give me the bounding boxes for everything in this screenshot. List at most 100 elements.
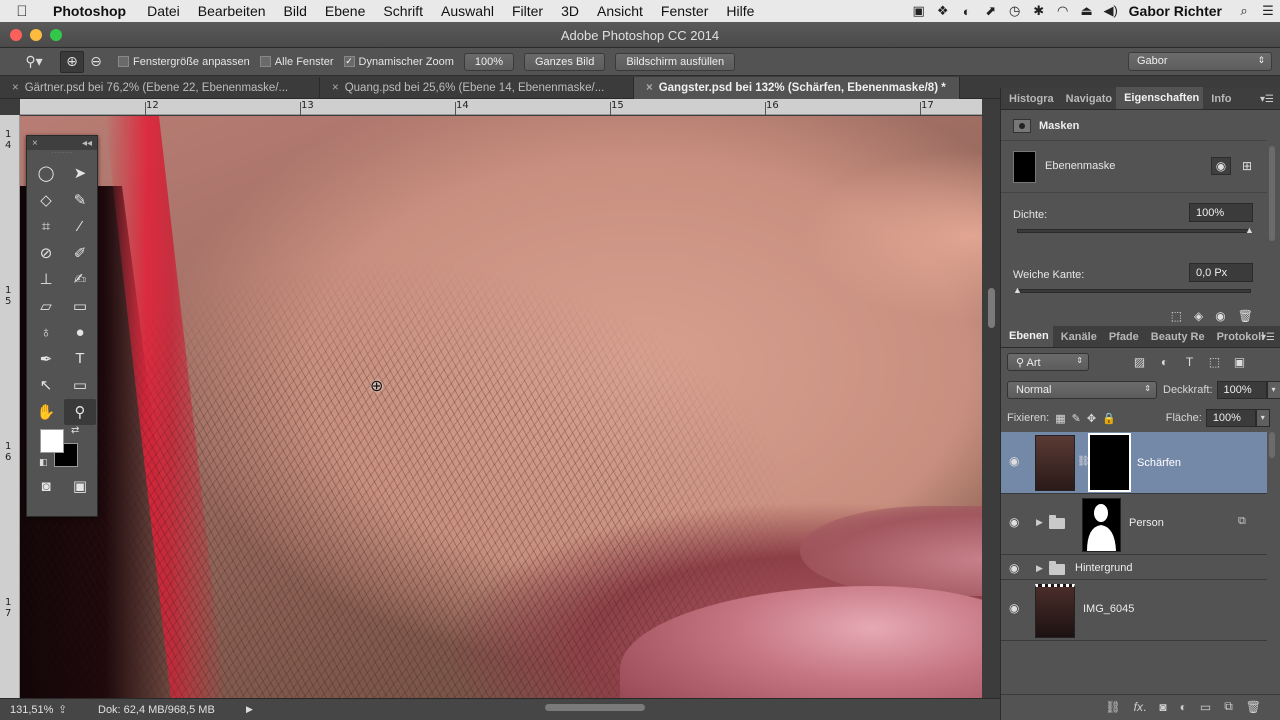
move-tool-icon[interactable]: ➤ <box>64 160 96 187</box>
feather-slider-handle[interactable]: ▲ <box>1013 285 1022 295</box>
zoom-tool-icon[interactable]: ⚲ <box>64 398 96 425</box>
eject-icon[interactable]: ⏏ <box>1075 3 1099 19</box>
menu-bild[interactable]: Bild <box>275 3 316 19</box>
tab-info[interactable]: Info <box>1203 93 1235 109</box>
screenshot-icon[interactable]: ⬈ <box>979 3 1003 19</box>
spotlight-icon[interactable]: ⌕ <box>1232 3 1256 19</box>
filter-shape-icon[interactable]: ⬚ <box>1204 355 1225 369</box>
crop-tool-icon[interactable]: ⌗ <box>30 213 62 240</box>
menu-auswahl[interactable]: Auswahl <box>432 3 503 19</box>
pen-tool-icon[interactable]: ✒ <box>30 346 62 373</box>
tab-gangster[interactable]: × Gangster.psd bei 132% (Schärfen, Ebenen… <box>634 77 960 99</box>
menu-datei[interactable]: Datei <box>138 3 189 19</box>
display-icon[interactable]: ▣ <box>907 3 931 19</box>
density-slider[interactable] <box>1017 229 1251 233</box>
panel-menu-icon[interactable]: ▾☰ <box>1261 332 1275 343</box>
visibility-eye-icon[interactable]: ◉ <box>1009 601 1019 615</box>
dynamic-zoom-checkbox[interactable]: ✓ <box>343 56 355 67</box>
expand-triangle-icon[interactable]: ▶ <box>1036 563 1043 574</box>
close-tab-icon[interactable]: × <box>646 82 653 94</box>
panel-menu-icon[interactable]: ▾☰ <box>1260 94 1274 105</box>
app-status-icon[interactable]: ◐ <box>955 4 979 19</box>
lock-position-icon[interactable]: ✥ <box>1087 412 1096 425</box>
tab-quang[interactable]: × Quang.psd bei 25,6% (Ebene 14, Ebenenma… <box>320 77 634 99</box>
screen-mode-icon[interactable]: ▣ <box>64 473 96 499</box>
layer-mask-thumbnail[interactable] <box>1088 433 1131 492</box>
new-group-icon[interactable]: ▭ <box>1200 700 1211 714</box>
fit-screen-button[interactable]: Ganzes Bild <box>524 52 606 71</box>
bluetooth-icon[interactable]: ✱ <box>1027 3 1051 19</box>
path-selection-icon[interactable]: ↖ <box>30 372 62 399</box>
zoom-tool-preset-icon[interactable]: ⚲▾ <box>22 51 46 73</box>
vector-mask-button[interactable]: ⊞ <box>1237 157 1257 175</box>
horizontal-ruler[interactable]: 12 13 14 15 16 17 <box>20 99 982 115</box>
fill-dropdown-button[interactable]: ▾ <box>1255 409 1270 427</box>
layer-name[interactable]: IMG_6045 <box>1083 603 1134 615</box>
density-slider-handle[interactable]: ▲ <box>1245 225 1254 235</box>
menu-fenster[interactable]: Fenster <box>652 3 717 19</box>
lock-all-icon[interactable]: 🔒 <box>1102 412 1116 425</box>
quick-mask-icon[interactable]: ◙ <box>30 473 62 499</box>
export-icon[interactable]: ⇪ <box>58 703 98 716</box>
polygonal-lasso-icon[interactable]: ◇ <box>30 187 62 214</box>
layer-filter-select[interactable]: ⚲ Art ⇕ <box>1007 353 1089 371</box>
fill-screen-button[interactable]: Bildschirm ausfüllen <box>615 52 736 71</box>
feather-input[interactable]: 0,0 Px <box>1189 263 1253 282</box>
feather-slider[interactable] <box>1017 289 1251 293</box>
swap-colors-icon[interactable]: ⇄ <box>71 425 79 436</box>
apple-menu-icon[interactable]:  <box>0 3 44 20</box>
blend-mode-select[interactable]: Normal ⇕ <box>1007 381 1157 399</box>
volume-icon[interactable]: ◀) <box>1099 3 1123 19</box>
layers-scrollbar[interactable] <box>1269 432 1275 458</box>
time-machine-icon[interactable]: ◷ <box>1003 3 1027 19</box>
opacity-input[interactable]: 100% <box>1216 381 1267 399</box>
group-mask-thumbnail[interactable] <box>1082 498 1121 552</box>
density-input[interactable]: 100% <box>1189 203 1253 222</box>
menu-schrift[interactable]: Schrift <box>374 3 432 19</box>
visibility-eye-icon[interactable]: ◉ <box>1009 454 1019 468</box>
menu-ansicht[interactable]: Ansicht <box>588 3 652 19</box>
canvas-vertical-scrollbar[interactable] <box>984 116 998 698</box>
drag-grip[interactable]: ········ <box>27 149 97 158</box>
layer-style-fx-icon[interactable]: fx. <box>1134 700 1147 714</box>
lock-pixels-icon[interactable]: ✎ <box>1072 412 1081 425</box>
tab-channels[interactable]: Kanäle <box>1053 331 1101 347</box>
vertical-ruler[interactable]: 1 4 1 5 1 6 1 7 <box>0 115 20 698</box>
history-brush-icon[interactable]: ✍ <box>64 266 96 293</box>
tab-gaertner[interactable]: × Gärtner.psd bei 76,2% (Ebene 22, Ebenen… <box>0 77 320 99</box>
visibility-eye-icon[interactable]: ◉ <box>1009 561 1019 575</box>
close-icon[interactable]: × <box>32 138 38 149</box>
tab-layers[interactable]: Ebenen <box>1001 325 1053 347</box>
menu-bearbeiten[interactable]: Bearbeiten <box>189 3 275 19</box>
fill-input[interactable]: 100% <box>1205 409 1256 427</box>
eraser-icon[interactable]: ▱ <box>30 293 62 320</box>
user-name[interactable]: Gabor Richter <box>1123 3 1232 19</box>
properties-scrollbar[interactable] <box>1269 146 1275 241</box>
foreground-color-swatch[interactable] <box>40 429 64 453</box>
filter-adjustment-icon[interactable]: ◐ <box>1154 355 1175 369</box>
resize-windows-checkbox[interactable] <box>118 56 129 67</box>
layer-row-person[interactable]: ◉ ▶ Person ⧉ <box>1001 495 1267 555</box>
workspace-select[interactable]: Gabor ⇕ <box>1128 52 1272 71</box>
layer-row-schaerfen[interactable]: ◉ ⛓ Schärfen <box>1001 432 1267 494</box>
adjustment-layer-icon[interactable]: ◐ <box>1180 700 1187 714</box>
zoom-in-icon[interactable]: ⊕ <box>60 50 84 73</box>
close-tab-icon[interactable]: × <box>12 82 19 94</box>
healing-brush-icon[interactable]: ⊘ <box>30 240 62 267</box>
all-windows-checkbox[interactable] <box>259 56 271 67</box>
rectangle-tool-icon[interactable]: ▭ <box>64 372 96 399</box>
gradient-tool-icon[interactable]: ▭ <box>64 293 96 320</box>
lock-transparency-icon[interactable]: ▦ <box>1055 412 1065 425</box>
menu-filter[interactable]: Filter <box>503 3 552 19</box>
dropbox-icon[interactable]: ❖ <box>931 3 955 19</box>
disable-mask-eye-icon[interactable]: ◉ <box>1215 309 1225 323</box>
menu-hilfe[interactable]: Hilfe <box>717 3 763 19</box>
link-layers-icon[interactable]: ⛓ <box>1105 700 1120 714</box>
default-colors-icon[interactable]: ◧ <box>39 457 48 468</box>
layer-name[interactable]: Hintergrund <box>1075 562 1132 574</box>
status-menu-arrow-icon[interactable]: ▶ <box>246 704 253 715</box>
layer-name[interactable]: Person <box>1129 517 1164 529</box>
apply-mask-icon[interactable]: ◈ <box>1194 309 1203 323</box>
layer-row-img-6045[interactable]: ◉ IMG_6045 <box>1001 581 1267 641</box>
filter-pixel-icon[interactable]: ▨ <box>1129 355 1150 369</box>
